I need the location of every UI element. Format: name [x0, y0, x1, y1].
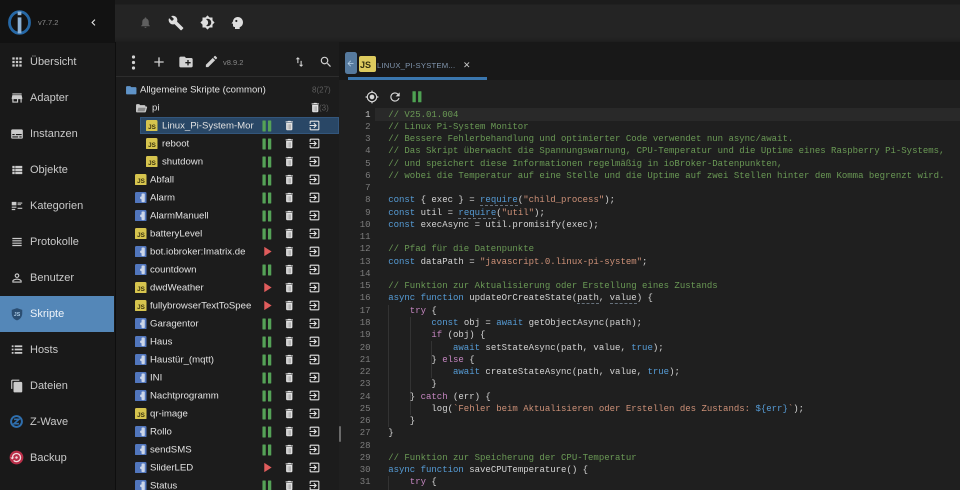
svg-text:JS: JS: [14, 312, 21, 318]
